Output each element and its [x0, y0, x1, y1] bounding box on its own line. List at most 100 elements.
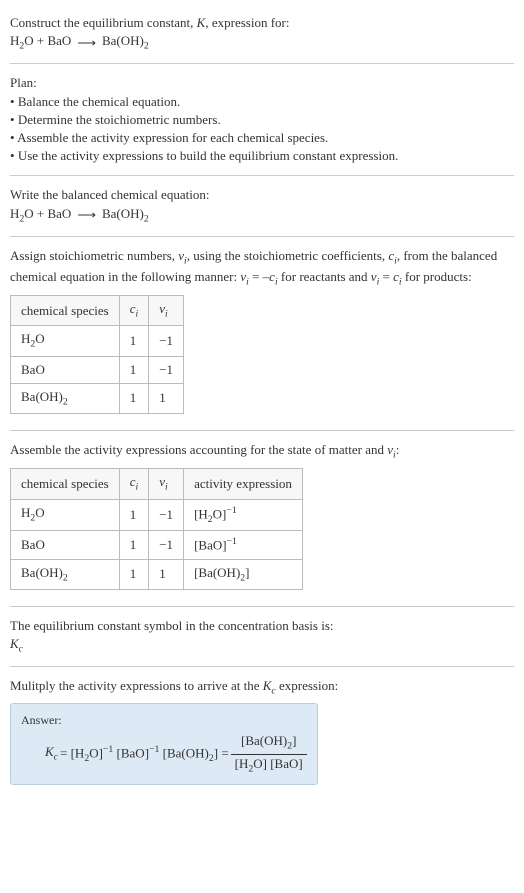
divider	[10, 175, 514, 176]
stoich-section: Assign stoichiometric numbers, νi, using…	[10, 241, 514, 426]
kc-intro-text: The equilibrium constant symbol in the c…	[10, 617, 514, 635]
species-part: BaO	[21, 362, 45, 377]
superscript: −1	[226, 505, 236, 516]
balanced-section: Write the balanced chemical equation: H 2…	[10, 180, 514, 231]
subscript: 2	[144, 41, 149, 52]
prompt-text-2: , expression for:	[205, 15, 289, 30]
activity-intro: Assemble the activity expressions accoun…	[10, 441, 514, 462]
text: for products:	[402, 269, 472, 284]
kc-lhs: Kc	[45, 743, 58, 764]
cell-species: Ba(OH)2	[11, 559, 120, 589]
cell-nui: −1	[149, 356, 184, 383]
plan-item: Determine the stoichiometric numbers.	[10, 111, 514, 129]
subscript: c	[19, 644, 23, 655]
cell-species: Ba(OH)2	[11, 383, 120, 413]
subscript: 2	[63, 572, 68, 583]
cell-nui: −1	[149, 326, 184, 356]
act-part: [H	[194, 506, 208, 521]
cell-ci: 1	[119, 383, 149, 413]
balanced-equation: H2O + BaO ⟶ Ba(OH)2	[10, 205, 514, 226]
cell-species: BaO	[11, 356, 120, 383]
subscript: c	[54, 752, 58, 763]
species-part: BaO	[21, 537, 45, 552]
kc-symbol: Kc	[10, 635, 514, 656]
denominator: [H2O] [BaO]	[231, 755, 307, 776]
table-header-row: chemical species ci νi	[11, 296, 184, 326]
divider	[10, 430, 514, 431]
text: [Ba(OH)	[241, 733, 287, 748]
text: Assemble the activity expressions accoun…	[10, 442, 387, 457]
table-row: BaO 1 −1	[11, 356, 184, 383]
species-part: Ba(OH)	[21, 389, 63, 404]
text: O]	[89, 745, 103, 760]
species-part: H	[10, 206, 19, 221]
col-ci: ci	[119, 296, 149, 326]
divider	[10, 666, 514, 667]
subscript: 2	[63, 397, 68, 408]
cell-nui: −1	[149, 499, 184, 531]
numerator: [Ba(OH)2]	[231, 732, 307, 754]
divider	[10, 236, 514, 237]
cell-ci: 1	[119, 499, 149, 531]
plan-list: Balance the chemical equation. Determine…	[10, 93, 514, 166]
cell-activity: [Ba(OH)2]	[184, 559, 303, 589]
stoich-intro: Assign stoichiometric numbers, νi, using…	[10, 247, 514, 289]
cell-nui: 1	[149, 559, 184, 589]
activity-section: Assemble the activity expressions accoun…	[10, 435, 514, 602]
act-part: [Ba(OH)	[194, 565, 240, 580]
reaction-arrow: ⟶	[73, 206, 100, 224]
activity-table: chemical species ci νi activity expressi…	[10, 468, 303, 590]
superscript: −1	[227, 536, 237, 547]
prompt-text: Construct the equilibrium constant,	[10, 15, 197, 30]
col-activity: activity expression	[184, 469, 303, 499]
subscript: i	[136, 309, 139, 320]
plan-item: Balance the chemical equation.	[10, 93, 514, 111]
species-part: O	[35, 505, 44, 520]
text: :	[396, 442, 400, 457]
table-row: Ba(OH)2 1 1 [Ba(OH)2]	[11, 559, 303, 589]
text: = –	[249, 269, 269, 284]
reaction-arrow: ⟶	[73, 34, 100, 52]
act-part: ]	[245, 565, 249, 580]
subscript: i	[165, 482, 168, 493]
subscript: i	[165, 309, 168, 320]
divider	[10, 63, 514, 64]
eq-rhs: Ba(OH)2	[102, 32, 149, 53]
question-line1: Construct the equilibrium constant, K, e…	[10, 14, 514, 32]
col-nui: νi	[149, 296, 184, 326]
answer-label: Answer:	[21, 712, 307, 729]
plan-section: Plan: Balance the chemical equation. Det…	[10, 68, 514, 171]
cell-nui: −1	[149, 531, 184, 560]
species-part: Ba(OH)	[21, 565, 63, 580]
fraction: [Ba(OH)2] [H2O] [BaO]	[231, 732, 307, 775]
plan-title: Plan:	[10, 74, 514, 92]
species-part: O + BaO	[24, 33, 71, 48]
plan-item: Use the activity expressions to build th…	[10, 147, 514, 165]
subscript: 2	[144, 213, 149, 224]
kc-intro-section: The equilibrium constant symbol in the c…	[10, 611, 514, 662]
text: [BaO]	[113, 745, 149, 760]
table-row: H2O 1 −1	[11, 326, 184, 356]
table-row: Ba(OH)2 1 1	[11, 383, 184, 413]
species-part: Ba(OH)	[102, 206, 144, 221]
col-species: chemical species	[11, 296, 120, 326]
cell-activity: [H2O]−1	[184, 499, 303, 531]
text: , using the stoichiometric coefficients,	[187, 248, 389, 263]
superscript: −1	[103, 744, 113, 755]
subscript: i	[136, 482, 139, 493]
text: ] =	[214, 745, 229, 760]
text: [Ba(OH)	[159, 745, 208, 760]
act-part: [BaO]	[194, 538, 227, 553]
text: [H	[235, 756, 249, 771]
text: = [H	[60, 745, 84, 760]
multiply-text: Mulitply the activity expressions to arr…	[10, 677, 514, 698]
col-nui: νi	[149, 469, 184, 499]
text: O] [BaO]	[253, 756, 302, 771]
eq-rhs: Ba(OH)2	[102, 205, 149, 226]
balanced-title: Write the balanced chemical equation:	[10, 186, 514, 204]
cell-ci: 1	[119, 559, 149, 589]
cell-activity: [BaO]−1	[184, 531, 303, 560]
col-ci: ci	[119, 469, 149, 499]
cell-species: H2O	[11, 499, 120, 531]
cell-ci: 1	[119, 326, 149, 356]
